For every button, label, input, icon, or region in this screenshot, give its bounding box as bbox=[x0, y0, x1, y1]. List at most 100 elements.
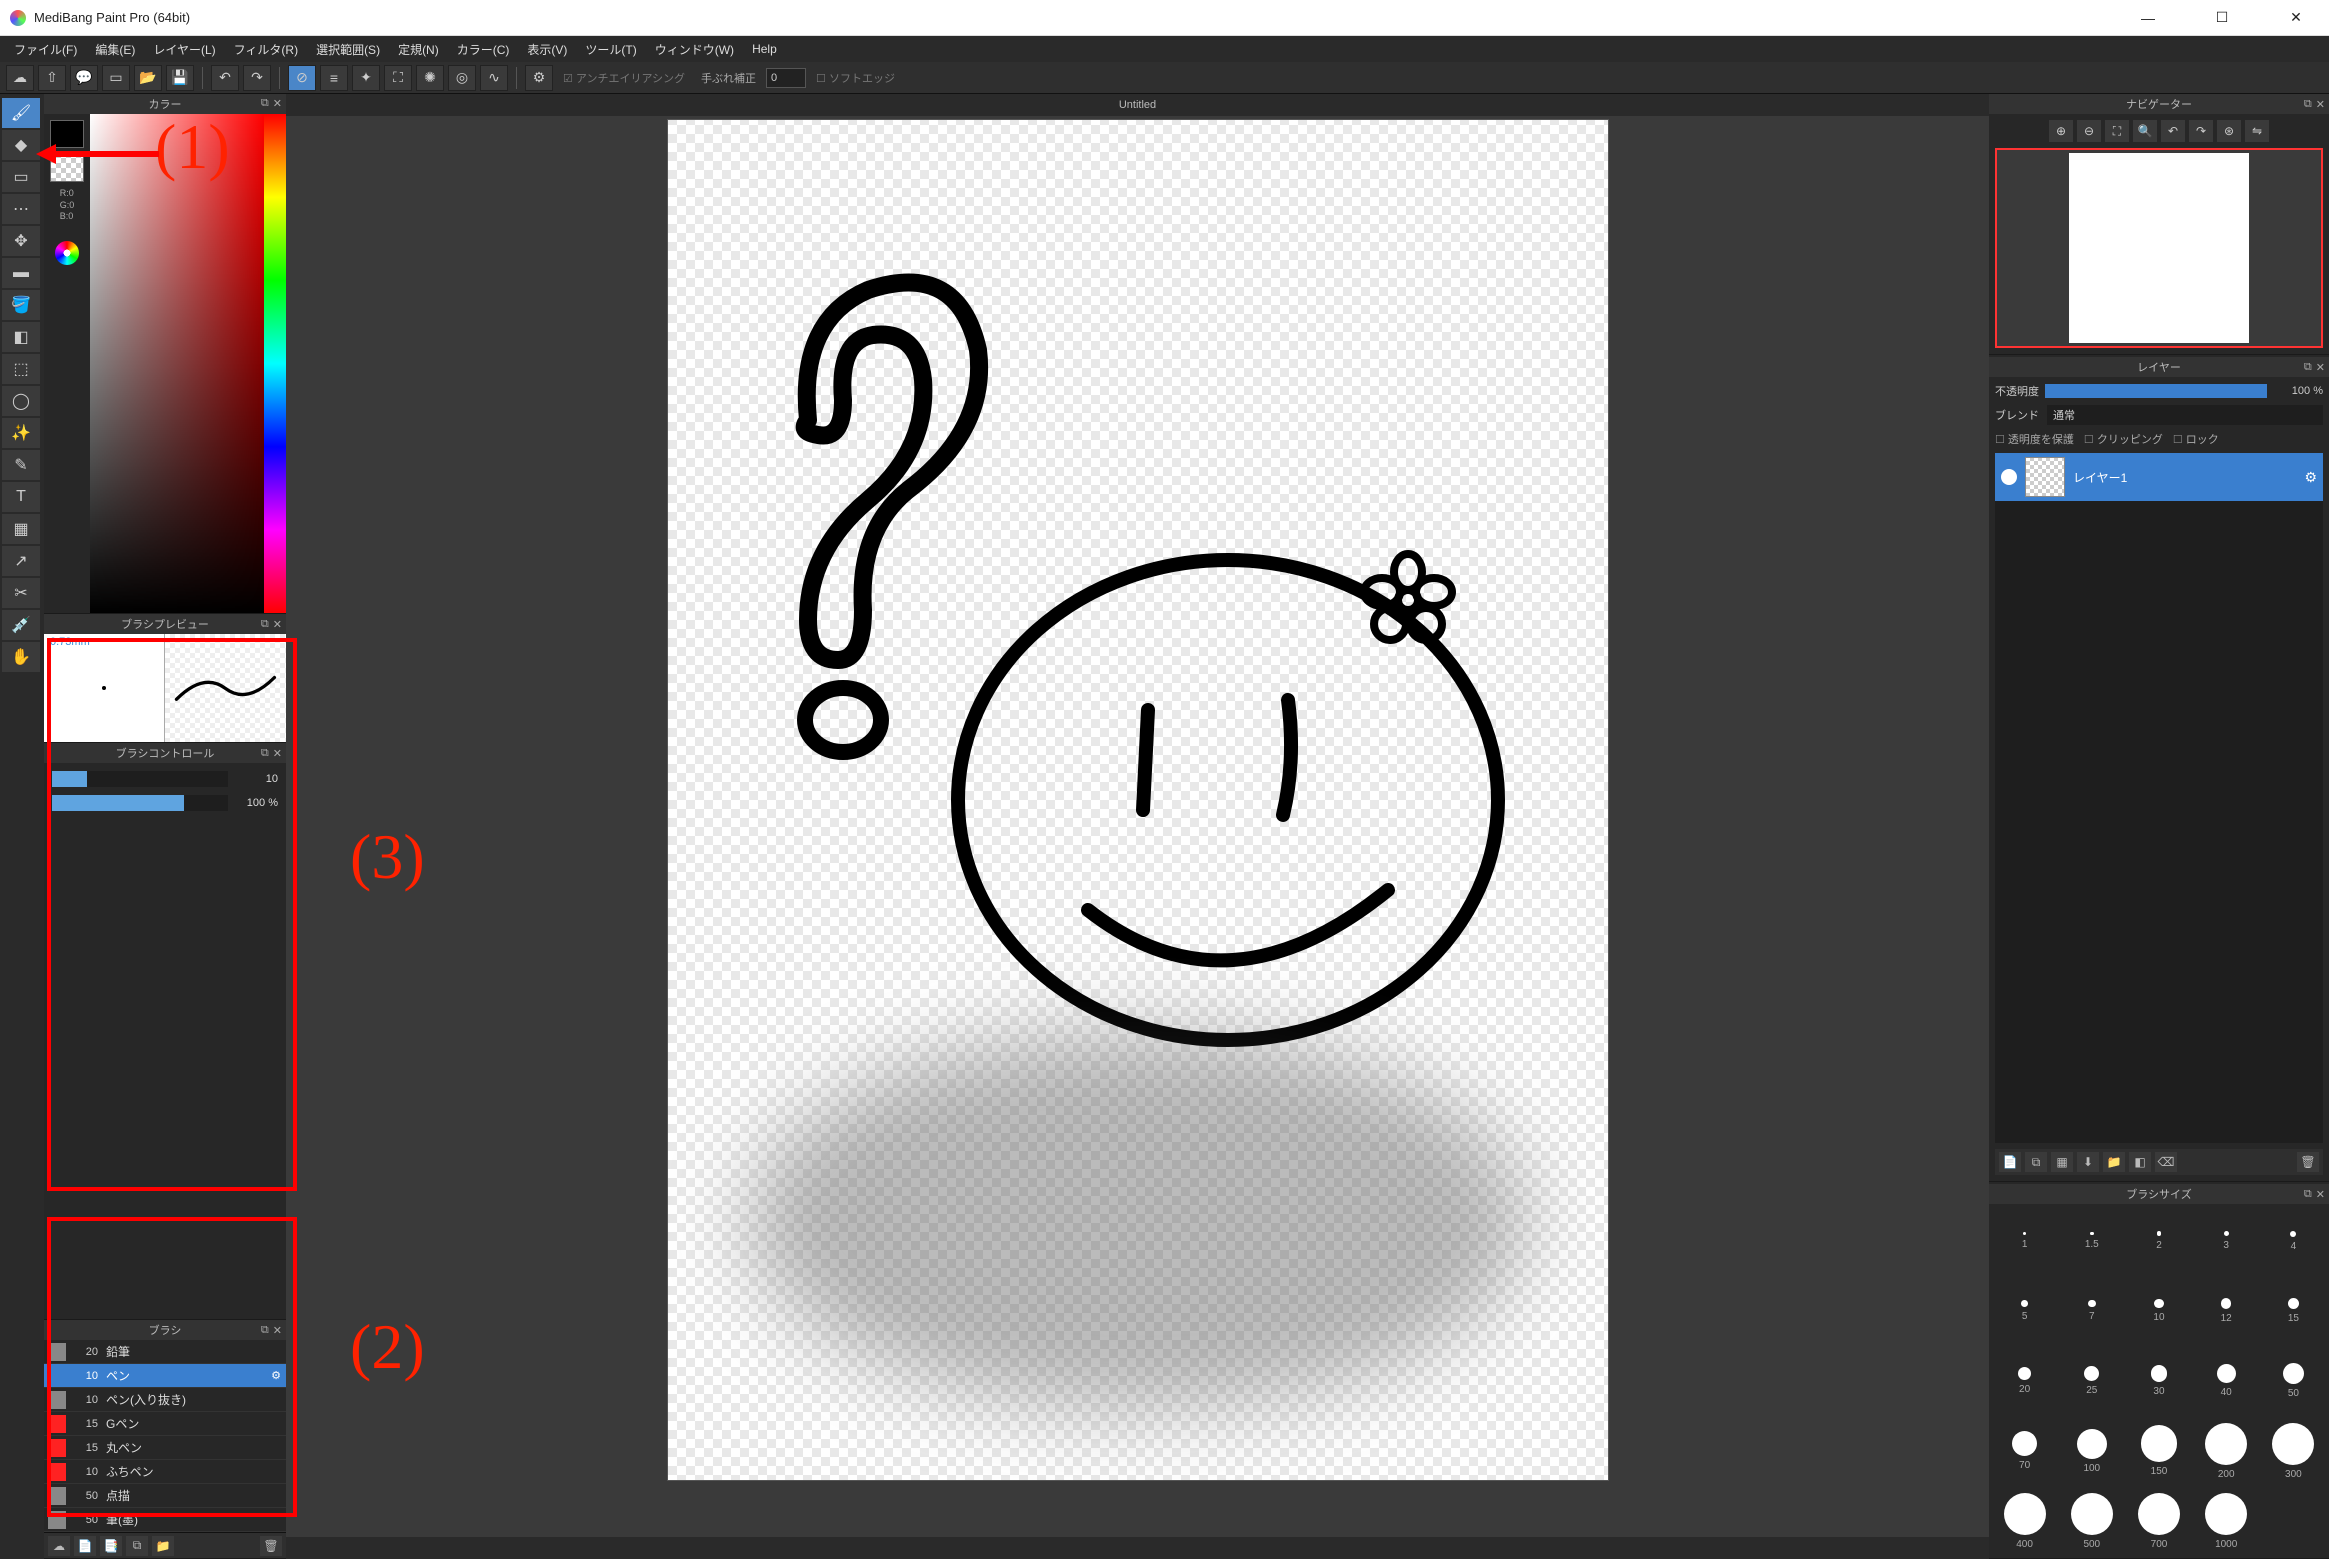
brush-size-cell[interactable]: 20 bbox=[1995, 1350, 2054, 1412]
brush-size-cell[interactable]: 2 bbox=[2129, 1210, 2188, 1272]
cloud-button[interactable]: ☁ bbox=[6, 65, 34, 91]
hue-slider[interactable] bbox=[264, 114, 286, 613]
close-panel-icon[interactable]: ✕ bbox=[2316, 1188, 2325, 1201]
eyedropper-tool[interactable]: 💉 bbox=[2, 610, 40, 640]
layer-mask-button[interactable]: ◧ bbox=[2129, 1152, 2151, 1172]
panel-tool[interactable]: ▦ bbox=[2, 514, 40, 544]
fit-button[interactable]: ⛶ bbox=[2105, 120, 2129, 142]
open-button[interactable]: 📂 bbox=[134, 65, 162, 91]
brush-dup-button[interactable]: ⧉ bbox=[126, 1536, 148, 1556]
menu-selection[interactable]: 選択範囲(S) bbox=[308, 38, 388, 61]
minimize-button[interactable]: — bbox=[2125, 4, 2171, 32]
brush-delete-button[interactable]: 🗑 bbox=[260, 1536, 282, 1556]
layer-delete-button[interactable]: 🗑 bbox=[2297, 1152, 2319, 1172]
softedge-checkbox[interactable]: ☐ ソフトエッジ bbox=[816, 70, 895, 86]
maximize-button[interactable]: ☐ bbox=[2199, 4, 2245, 32]
rotate-reset-button[interactable]: ⊛ bbox=[2217, 120, 2241, 142]
brush-size-cell[interactable]: 3 bbox=[2197, 1210, 2256, 1272]
brush-size-cell[interactable]: 50 bbox=[2264, 1350, 2323, 1412]
snap-parallel-button[interactable]: ≡ bbox=[320, 65, 348, 91]
select-wand-tool[interactable]: ✨ bbox=[2, 418, 40, 448]
brush-add2-button[interactable]: 📑 bbox=[100, 1536, 122, 1556]
close-panel-icon[interactable]: ✕ bbox=[273, 97, 282, 110]
snap-vanishing-button[interactable]: ⛶ bbox=[384, 65, 412, 91]
brush-size-cell[interactable]: 40 bbox=[2197, 1350, 2256, 1412]
navigator-preview[interactable] bbox=[1995, 148, 2323, 348]
popout-icon[interactable]: ⧉ bbox=[2304, 98, 2312, 111]
snap-cross-button[interactable]: ✦ bbox=[352, 65, 380, 91]
layer-opacity-slider[interactable] bbox=[2045, 384, 2267, 398]
fill-tool[interactable]: ▬ bbox=[2, 258, 40, 288]
snap-radial-button[interactable]: ✺ bbox=[416, 65, 444, 91]
hand-tool[interactable]: ✋ bbox=[2, 642, 40, 672]
close-panel-icon[interactable]: ✕ bbox=[2316, 361, 2325, 374]
layer-item[interactable]: レイヤー1 ⚙ bbox=[1995, 453, 2323, 501]
zoom-in-button[interactable]: ⊕ bbox=[2049, 120, 2073, 142]
close-panel-icon[interactable]: ✕ bbox=[273, 747, 282, 760]
brush-size-cell[interactable]: 70 bbox=[1995, 1420, 2054, 1482]
rotate-ccw-button[interactable]: ↶ bbox=[2161, 120, 2185, 142]
select-pen-tool[interactable]: ✎ bbox=[2, 450, 40, 480]
zoom-out-button[interactable]: ⊖ bbox=[2077, 120, 2101, 142]
menu-edit[interactable]: 編集(E) bbox=[87, 38, 143, 61]
brush-size-cell[interactable]: 100 bbox=[2062, 1420, 2121, 1482]
brush-list-item[interactable]: 20 鉛筆 bbox=[44, 1340, 286, 1364]
brush-size-cell[interactable]: 200 bbox=[2197, 1420, 2256, 1482]
brush-list-item[interactable]: 50 筆(墨) bbox=[44, 1508, 286, 1532]
lock-checkbox[interactable]: ロック bbox=[2173, 431, 2219, 447]
brush-item-gear-icon[interactable]: ⚙ bbox=[266, 1369, 286, 1382]
document-tab[interactable]: Untitled bbox=[1119, 99, 1156, 111]
brush-size-cell[interactable]: 1000 bbox=[2197, 1490, 2256, 1552]
snap-circle-button[interactable]: ◎ bbox=[448, 65, 476, 91]
brush-size-cell[interactable]: 1.5 bbox=[2062, 1210, 2121, 1272]
canvas[interactable] bbox=[668, 120, 1608, 1480]
move-tool[interactable]: ✥ bbox=[2, 226, 40, 256]
select-lasso-tool[interactable]: ◯ bbox=[2, 386, 40, 416]
shape-tool[interactable]: ▭ bbox=[2, 162, 40, 192]
eraser-tool[interactable]: ◆ bbox=[2, 130, 40, 160]
snap-settings-button[interactable]: ⚙ bbox=[525, 65, 553, 91]
color-field[interactable] bbox=[90, 114, 264, 613]
layer-gear-icon[interactable]: ⚙ bbox=[2304, 469, 2317, 486]
dot-tool[interactable]: ⋯ bbox=[2, 194, 40, 224]
brush-list-item[interactable]: 10 ふちペン bbox=[44, 1460, 286, 1484]
layer-div-button[interactable]: ▦ bbox=[2051, 1152, 2073, 1172]
stabilizer-input[interactable] bbox=[766, 68, 806, 88]
redo-button[interactable]: ↷ bbox=[243, 65, 271, 91]
layer-merge-button[interactable]: ⬇ bbox=[2077, 1152, 2099, 1172]
popout-icon[interactable]: ⧉ bbox=[2304, 1188, 2312, 1201]
brush-size-cell[interactable]: 4 bbox=[2264, 1210, 2323, 1272]
brush-add-button[interactable]: 📄 bbox=[74, 1536, 96, 1556]
brush-size-cell[interactable]: 10 bbox=[2129, 1280, 2188, 1342]
save-button[interactable]: 💾 bbox=[166, 65, 194, 91]
menu-help[interactable]: Help bbox=[744, 39, 785, 59]
rotate-cw-button[interactable]: ↷ bbox=[2189, 120, 2213, 142]
menu-ruler[interactable]: 定規(N) bbox=[390, 38, 447, 61]
brush-list-item[interactable]: 15 Gペン bbox=[44, 1412, 286, 1436]
clipping-checkbox[interactable]: クリッピング bbox=[2084, 431, 2163, 447]
layer-new-button[interactable]: 📄 bbox=[1999, 1152, 2021, 1172]
brush-size-cell[interactable]: 1 bbox=[1995, 1210, 2054, 1272]
bucket-tool[interactable]: 🪣 bbox=[2, 290, 40, 320]
layer-visibility-icon[interactable] bbox=[2001, 469, 2017, 485]
menu-layer[interactable]: レイヤー(L) bbox=[145, 38, 223, 61]
popout-icon[interactable]: ⧉ bbox=[261, 747, 269, 760]
gradient-tool[interactable]: ◧ bbox=[2, 322, 40, 352]
operation-tool[interactable]: ↗ bbox=[2, 546, 40, 576]
menu-window[interactable]: ウィンドウ(W) bbox=[647, 38, 742, 61]
snap-off-button[interactable]: ⊘ bbox=[288, 65, 316, 91]
brush-size-cell[interactable]: 150 bbox=[2129, 1420, 2188, 1482]
layer-dup-button[interactable]: ⧉ bbox=[2025, 1152, 2047, 1172]
divide-tool[interactable]: ✂ bbox=[2, 578, 40, 608]
menu-filter[interactable]: フィルタ(R) bbox=[226, 38, 306, 61]
snap-curve-button[interactable]: ∿ bbox=[480, 65, 508, 91]
blend-mode-select[interactable]: 通常 bbox=[2047, 405, 2323, 425]
close-button[interactable]: ✕ bbox=[2273, 4, 2319, 32]
foreground-color-swatch[interactable] bbox=[50, 120, 84, 148]
brush-size-cell[interactable]: 25 bbox=[2062, 1350, 2121, 1412]
brush-size-cell[interactable]: 15 bbox=[2264, 1280, 2323, 1342]
brush-tool[interactable]: 🖌 bbox=[2, 98, 40, 128]
brush-size-cell[interactable]: 5 bbox=[1995, 1280, 2054, 1342]
menu-view[interactable]: 表示(V) bbox=[519, 38, 575, 61]
undo-button[interactable]: ↶ bbox=[211, 65, 239, 91]
